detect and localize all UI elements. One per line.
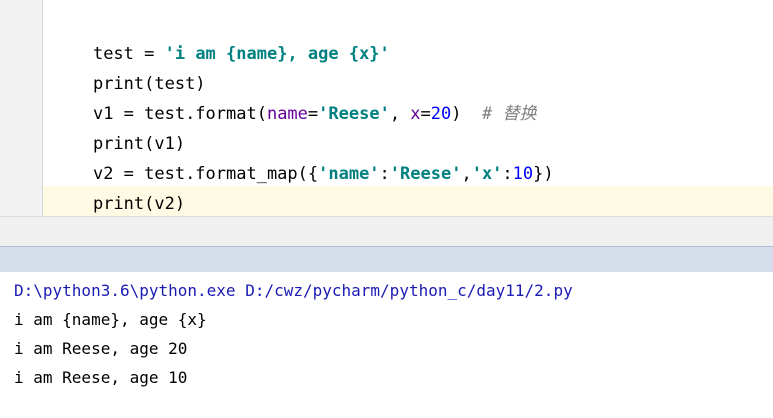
string-literal: 'x'	[471, 164, 503, 184]
run-panel-header[interactable]	[0, 246, 773, 273]
code-line-6[interactable]: print(v2)	[52, 159, 185, 214]
code-editor[interactable]: test = 'i am {name}, age {x}' print(test…	[0, 0, 773, 216]
number-literal: 20	[430, 104, 452, 124]
code-token: })	[533, 164, 554, 184]
keyword-argument: x	[410, 104, 421, 124]
code-line-2[interactable]: print(test)	[52, 39, 206, 94]
string-literal: 'name'	[318, 164, 380, 184]
keyword-argument: name	[266, 104, 308, 124]
code-token: :	[379, 164, 390, 184]
string-literal: 'Reese'	[389, 164, 462, 184]
code-token: ,	[461, 164, 472, 184]
code-line-5[interactable]: v2 = test.format_map({'name':'Reese','x'…	[52, 129, 554, 184]
run-console[interactable]: D:\python3.6\python.exe D:/cwz/pycharm/p…	[0, 272, 773, 418]
console-output-line: i am Reese, age 20	[14, 339, 188, 358]
console-output-line: i am {name}, age {x}	[14, 310, 207, 329]
string-literal: 'Reese'	[318, 104, 390, 124]
editor-bottom-area	[0, 216, 773, 247]
number-literal: 10	[512, 164, 534, 184]
code-comment: # 替换	[482, 104, 537, 124]
code-token: :	[502, 164, 513, 184]
code-line-3[interactable]: v1 = test.format(name='Reese', x=20) # 替…	[52, 69, 537, 124]
code-token: ,	[389, 104, 411, 124]
console-output-line: i am Reese, age 10	[14, 368, 188, 387]
console-command-line: D:\python3.6\python.exe D:/cwz/pycharm/p…	[14, 281, 573, 300]
code-token: =	[420, 104, 431, 124]
editor-gutter	[0, 0, 43, 216]
code-line-1[interactable]: test = 'i am {name}, age {x}'	[52, 9, 390, 64]
code-token: print(v2)	[92, 194, 186, 214]
code-token: )	[451, 104, 482, 124]
code-line-4[interactable]: print(v1)	[52, 99, 185, 154]
code-token: =	[307, 104, 319, 124]
